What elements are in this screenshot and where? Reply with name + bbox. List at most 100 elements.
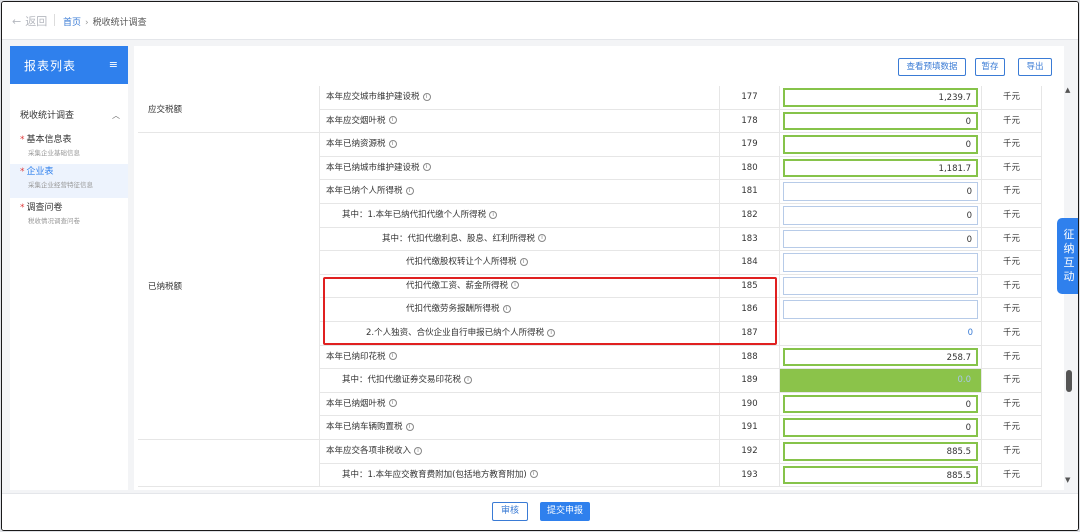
unit-cell: 千元 <box>982 345 1042 370</box>
sidebar-item-desc: 采集企业基础信息 <box>28 149 80 157</box>
category-cell: 已纳税额 <box>138 133 320 440</box>
chevron-up-icon[interactable]: ︿ <box>112 110 120 121</box>
interaction-float-button[interactable]: 征 纳 互 动 <box>1057 218 1078 294</box>
item-name: 本年已纳资源税 <box>326 139 386 150</box>
item-name: 其中：1.本年已纳代扣代缴个人所得税 <box>342 210 487 220</box>
scroll-thumb[interactable] <box>1066 370 1072 392</box>
value-input[interactable]: 0 <box>783 418 978 437</box>
value-input[interactable]: 1,181.7 <box>783 158 978 178</box>
info-icon[interactable]: i <box>388 352 397 361</box>
item-name: 本年已纳城市维护建设税 <box>326 162 420 173</box>
value-cell: 0 <box>780 133 982 157</box>
scroll-up-icon[interactable]: ▲ <box>1065 86 1070 94</box>
sidebar-item-basic-info[interactable]: * 基本信息表 采集企业基础信息 <box>10 132 128 166</box>
value-input[interactable]: 0 <box>783 394 978 414</box>
item-name: 本年已纳烟叶税 <box>326 398 386 409</box>
value-input[interactable]: 885.5 <box>783 442 978 461</box>
unit-cell: 千元 <box>982 298 1042 322</box>
required-mark: * <box>20 203 25 213</box>
item-name: 代扣代缴股权转让个人所得税 <box>406 257 517 268</box>
item-name-cell: 本年应交各项非税收入 i <box>320 440 720 464</box>
info-icon[interactable]: i <box>519 257 528 266</box>
info-icon[interactable]: i <box>538 234 547 243</box>
save-draft-button[interactable]: 暂存 <box>975 58 1005 76</box>
info-icon[interactable]: i <box>422 92 431 101</box>
unit-cell: 千元 <box>982 463 1042 488</box>
info-icon[interactable]: i <box>388 139 397 148</box>
value-input[interactable]: 0 <box>783 206 978 225</box>
value-input[interactable] <box>783 253 978 272</box>
info-icon[interactable]: i <box>414 446 423 455</box>
breadcrumb-home[interactable]: 首页 <box>63 18 81 28</box>
info-icon[interactable]: i <box>529 470 538 479</box>
value-input[interactable] <box>783 300 978 319</box>
sidebar-item-label: 调查问卷 <box>26 203 63 213</box>
unit-cell: 千元 <box>982 109 1042 134</box>
required-mark: * <box>20 167 25 177</box>
info-icon[interactable]: i <box>388 399 397 408</box>
float-char: 动 <box>1063 270 1075 283</box>
unit-cell: 千元 <box>982 416 1042 440</box>
menu-icon[interactable]: ≡ <box>109 58 118 71</box>
main-panel: 查看预填数据 暂存 导出 应交税额 已纳税额 本年应交城市维护建设税 i 177 1,23… <box>134 46 1064 490</box>
row-number: 183 <box>720 227 780 252</box>
sidebar-item-label: 基本信息表 <box>26 135 72 145</box>
back-button[interactable]: ← 返回 <box>12 13 47 29</box>
value-cell: 0 <box>780 227 982 252</box>
sidebar-title: 报表列表 <box>24 59 77 73</box>
info-icon[interactable]: i <box>405 422 414 431</box>
info-icon[interactable]: i <box>388 116 397 125</box>
info-icon[interactable]: i <box>464 375 473 384</box>
value-cell: 0 <box>780 204 982 228</box>
sidebar: 报表列表 ≡ 税收统计调查 ︿ * 基本信息表 采集企业基础信息 * 企业表 采集企… <box>10 46 128 490</box>
review-button[interactable]: 审核 <box>492 502 528 521</box>
top-bar: ← 返回 首页 › 税收统计调查 <box>2 2 1078 40</box>
float-char: 纳 <box>1063 242 1075 255</box>
value-input[interactable]: 0 <box>783 182 978 201</box>
unit-cell: 千元 <box>982 369 1042 393</box>
sidebar-item-enterprise[interactable]: * 企业表 采集企业经营特征信息 <box>10 164 128 198</box>
info-icon[interactable]: i <box>489 210 498 219</box>
sidebar-group-label[interactable]: 税收统计调查 <box>20 108 74 121</box>
row-number: 182 <box>720 204 780 228</box>
item-name: 本年应交烟叶税 <box>326 115 386 126</box>
info-icon[interactable]: i <box>422 163 431 172</box>
value-input[interactable]: 0 <box>783 229 978 249</box>
value-input[interactable]: 885.5 <box>783 465 978 485</box>
row-number: 184 <box>720 251 780 275</box>
item-name-cell: 本年已纳个人所得税 i <box>320 180 720 204</box>
info-icon[interactable]: i <box>405 186 414 195</box>
value-cell: 258.7 <box>780 345 982 370</box>
preview-data-button[interactable]: 查看预填数据 <box>898 58 966 76</box>
breadcrumb-separator: › <box>85 18 89 28</box>
scroll-down-icon[interactable]: ▼ <box>1065 476 1070 484</box>
item-name-cell: 本年应交城市维护建设税 i <box>320 86 720 110</box>
back-arrow-icon: ← <box>12 15 22 28</box>
sidebar-header: 报表列表 ≡ <box>10 46 128 84</box>
row-number: 191 <box>720 416 780 440</box>
row-number: 189 <box>720 369 780 393</box>
breadcrumb-current: 税收统计调查 <box>92 18 147 28</box>
value-input[interactable]: 258.7 <box>783 347 978 367</box>
unit-cell: 千元 <box>982 227 1042 252</box>
highlight-box <box>323 277 777 345</box>
item-name: 其中：代扣代缴利息、股息、红利所得税 <box>382 233 536 244</box>
unit-cell: 千元 <box>982 392 1042 417</box>
value-input[interactable]: 0 <box>783 111 978 131</box>
row-number: 193 <box>720 463 780 488</box>
submit-button[interactable]: 提交申报 <box>540 502 590 521</box>
value-readonly: 0.0 <box>957 375 971 386</box>
item-name-cell: 本年已纳车辆购置税 i <box>320 416 720 440</box>
category-cell: 应交税额 <box>138 86 320 134</box>
sidebar-item-questionnaire[interactable]: * 调查问卷 税收情况调查问卷 <box>10 200 128 234</box>
item-name: 本年应交各项非税收入 <box>326 446 412 456</box>
item-name-cell: 本年已纳资源税 i <box>320 133 720 157</box>
item-name-cell: 代扣代缴股权转让个人所得税 i <box>320 251 720 275</box>
export-button[interactable]: 导出 <box>1018 58 1052 76</box>
value-input[interactable] <box>783 276 978 296</box>
value-input[interactable]: 0 <box>783 135 978 154</box>
sidebar-item-desc: 采集企业经营特征信息 <box>28 181 93 189</box>
value-input[interactable]: 1,239.7 <box>783 88 978 107</box>
value-input[interactable]: 0 <box>783 324 978 343</box>
item-name-cell: 其中：1.本年应交教育费附加(包括地方教育附加) i <box>320 463 720 488</box>
